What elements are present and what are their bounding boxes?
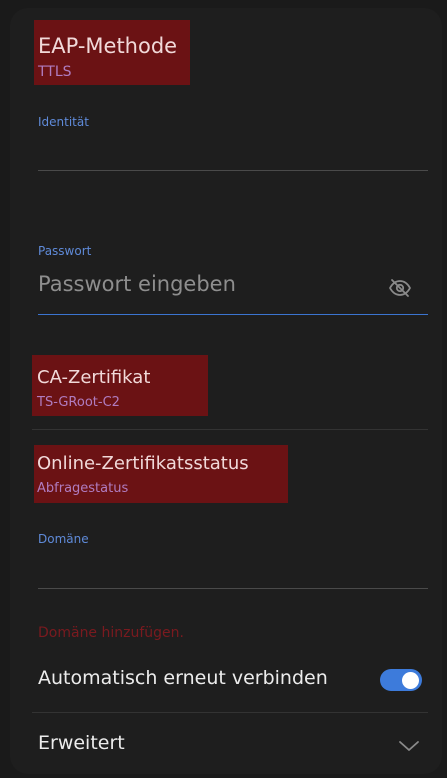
auto-reconnect-label: Automatisch erneut verbinden bbox=[38, 667, 328, 689]
domain-field[interactable] bbox=[38, 556, 428, 586]
divider bbox=[32, 712, 428, 713]
chevron-down-icon bbox=[398, 738, 420, 757]
eap-method-row[interactable]: EAP-Methode TTLS bbox=[34, 20, 190, 85]
domain-underline bbox=[38, 588, 428, 589]
online-cert-status-title: Online-Zertifikatsstatus bbox=[37, 453, 249, 474]
ca-certificate-row[interactable]: CA-Zertifikat TS-GRoot-C2 bbox=[32, 355, 208, 416]
password-label: Passwort bbox=[38, 244, 92, 258]
advanced-row[interactable]: Erweitert bbox=[32, 722, 428, 766]
ca-certificate-title: CA-Zertifikat bbox=[37, 367, 151, 388]
domain-label: Domäne bbox=[38, 532, 89, 546]
add-domain-link[interactable]: Domäne hinzufügen. bbox=[38, 625, 184, 641]
password-underline bbox=[38, 314, 428, 315]
ca-certificate-value: TS-GRoot-C2 bbox=[37, 395, 120, 410]
advanced-label: Erweitert bbox=[38, 732, 125, 754]
online-cert-status-row[interactable]: Online-Zertifikatsstatus Abfragestatus bbox=[34, 445, 288, 503]
identity-field[interactable] bbox=[38, 138, 428, 168]
eap-method-value: TTLS bbox=[38, 64, 72, 80]
auto-reconnect-toggle[interactable] bbox=[380, 669, 422, 691]
password-input[interactable]: Passwort eingeben bbox=[38, 272, 236, 296]
toggle-knob bbox=[402, 671, 419, 689]
identity-label: Identität bbox=[38, 115, 89, 129]
identity-underline bbox=[38, 170, 428, 171]
online-cert-status-value: Abfragestatus bbox=[37, 481, 129, 496]
divider bbox=[32, 429, 428, 430]
eye-off-icon[interactable] bbox=[386, 274, 414, 302]
eap-method-title: EAP-Methode bbox=[38, 34, 178, 58]
wifi-eap-settings-panel: EAP-Methode TTLS Identität Passwort Pass… bbox=[10, 8, 442, 774]
